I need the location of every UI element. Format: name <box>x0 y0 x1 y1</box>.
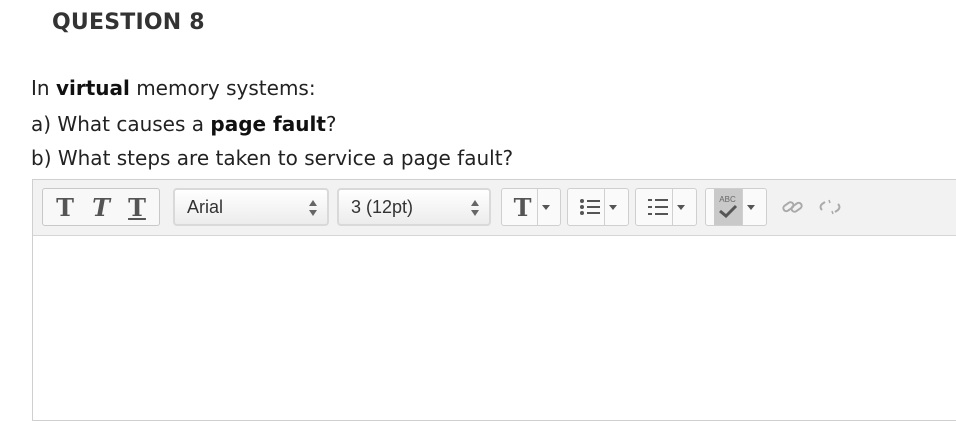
answer-text-area[interactable] <box>33 236 956 420</box>
italic-button[interactable]: T <box>88 193 114 222</box>
chevron-down-icon <box>608 204 617 210</box>
question-line-2: a) What causes a page fault? <box>31 112 337 136</box>
text-color-button[interactable]: T <box>509 189 537 225</box>
remove-link-button[interactable] <box>813 188 849 226</box>
numbered-list-icon <box>647 199 668 215</box>
unlink-icon <box>819 199 841 215</box>
font-family-value: Arial <box>187 196 224 217</box>
question-line-2-pre: a) What causes a <box>31 112 211 136</box>
checkmark-icon <box>718 204 737 218</box>
bullet-list-button[interactable] <box>576 189 604 225</box>
font-family-select[interactable]: Arial <box>173 188 329 226</box>
select-arrows-icon <box>471 200 479 216</box>
text-color-control: T <box>501 188 561 226</box>
underline-button[interactable]: T <box>124 193 150 222</box>
question-line-1-bold: virtual <box>55 76 130 100</box>
spell-check-label: ABC <box>719 195 736 204</box>
spell-check-dropdown[interactable] <box>741 189 759 225</box>
bullet-list-control <box>567 188 629 226</box>
editor-toolbar: T T T Arial 3 (12pt) T ABC <box>33 180 956 236</box>
bullet-list-dropdown[interactable] <box>603 189 621 225</box>
chevron-down-icon <box>541 204 550 210</box>
question-line-1: In virtual memory systems: <box>31 76 316 100</box>
question-line-3: b) What steps are taken to service a pag… <box>31 146 514 170</box>
answer-editor: T T T Arial 3 (12pt) T ABC <box>32 179 956 421</box>
insert-link-button[interactable] <box>777 188 809 226</box>
spell-check-control: ABC <box>705 188 767 226</box>
question-title: QUESTION 8 <box>52 10 205 35</box>
font-size-value: 3 (12pt) <box>351 196 414 217</box>
question-line-2-post: ? <box>325 112 337 136</box>
numbered-list-control <box>635 188 697 226</box>
numbered-list-button[interactable] <box>644 189 672 225</box>
spell-check-button[interactable]: ABC <box>713 189 742 225</box>
question-line-1-pre: In <box>31 76 56 100</box>
chevron-down-icon <box>676 204 685 210</box>
text-color-dropdown[interactable] <box>536 189 554 225</box>
numbered-list-dropdown[interactable] <box>671 189 689 225</box>
bullet-list-icon <box>579 199 600 215</box>
text-color-icon: T <box>513 192 532 222</box>
question-line-2-bold: page fault <box>210 112 326 136</box>
font-size-select[interactable]: 3 (12pt) <box>337 188 491 226</box>
question-line-1-post: memory systems: <box>129 76 316 100</box>
link-icon <box>782 201 803 213</box>
chevron-down-icon <box>746 204 755 210</box>
select-arrows-icon <box>309 200 317 216</box>
text-style-group: T T T <box>42 188 160 226</box>
bold-button[interactable]: T <box>52 193 78 222</box>
